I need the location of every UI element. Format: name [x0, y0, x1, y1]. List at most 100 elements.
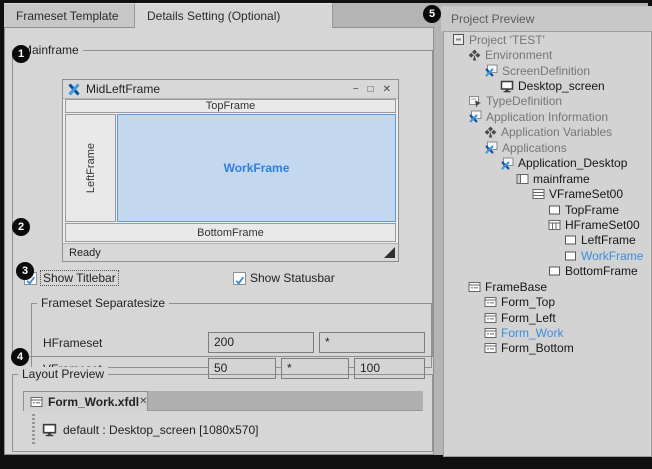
tree-item-application-desktop[interactable]: Application_Desktop: [444, 156, 651, 171]
show-statusbar-label: Show Statusbar: [250, 271, 335, 285]
frame-preview-window: MidLeftFrame − □ ✕ TopFrame LeftFrame Wo…: [62, 79, 399, 262]
show-titlebar-label: Show Titlebar: [41, 271, 118, 285]
topframe-label: TopFrame: [206, 100, 256, 112]
tree-item-form-work[interactable]: Form_Work: [444, 325, 651, 340]
tree-item-bottomframe[interactable]: BottomFrame: [444, 264, 651, 279]
monitor-icon: [42, 423, 57, 437]
tree-item-label: Project 'TEST': [469, 33, 545, 47]
tab-label: Details Setting (Optional): [147, 9, 280, 23]
preview-topframe[interactable]: TopFrame: [65, 99, 396, 113]
tab-close-icon[interactable]: ✕: [139, 396, 147, 407]
hframeset-icon: [548, 219, 561, 231]
close-icon[interactable]: ✕: [383, 84, 391, 95]
frame-icon: [548, 204, 561, 216]
tree-item-label: TypeDefinition: [486, 94, 562, 108]
project-preview-header: Project Preview: [441, 6, 652, 31]
tree-item-screendefinition[interactable]: ScreenDefinition: [444, 63, 651, 78]
form-work-tab[interactable]: Form_Work.xfdl ✕: [23, 391, 148, 411]
tree-item-label: BottomFrame: [565, 264, 638, 278]
form-work-tab-label: Form_Work.xfdl: [48, 395, 139, 409]
form-icon: [30, 396, 43, 408]
monitor-icon: [500, 80, 514, 93]
tree-item-applications[interactable]: Applications: [444, 140, 651, 155]
formbase-icon: [468, 281, 481, 293]
tree-item-form-top[interactable]: Form_Top: [444, 294, 651, 309]
tree-item-label: HFrameSet00: [565, 218, 640, 232]
tree-item-hframeset00[interactable]: HFrameSet00: [444, 217, 651, 232]
tree-item-label: Application Information: [486, 110, 608, 124]
frame-icon: [564, 250, 577, 262]
splitter-grip-icon[interactable]: [32, 414, 35, 446]
tree-item-topframe[interactable]: TopFrame: [444, 202, 651, 217]
tree-item-typedefinition[interactable]: TypeDefinition: [444, 94, 651, 109]
form-icon: [484, 296, 497, 308]
hframeset-size-input-1[interactable]: 200: [208, 332, 314, 353]
tree-item-framebase[interactable]: FrameBase: [444, 279, 651, 294]
annotation-badge-3: 3: [16, 262, 34, 280]
env-icon: [468, 49, 481, 62]
tree-item-application-variables[interactable]: Application Variables: [444, 125, 651, 140]
layout-preview-tabstrip: Form_Work.xfdl ✕: [23, 391, 423, 411]
workframe-label: WorkFrame: [224, 161, 290, 175]
details-setting-panel: Mainframe MidLeftFrame − □ ✕: [4, 27, 434, 455]
annotation-badge-5: 5: [423, 5, 441, 23]
annotation-badge-1: 1: [12, 45, 30, 63]
form-icon: [484, 342, 497, 354]
xwin-icon: [484, 64, 498, 77]
resize-grip-icon: [384, 247, 395, 258]
tree-item-application-information[interactable]: Application Information: [444, 109, 651, 124]
tree-item-label: LeftFrame: [581, 233, 636, 247]
tree-item-form-left[interactable]: Form_Left: [444, 310, 651, 325]
tree-item-workframe[interactable]: WorkFrame: [444, 248, 651, 263]
preview-statusbar: Ready: [63, 243, 398, 261]
maximize-icon[interactable]: □: [368, 84, 374, 95]
layout-preview-content: default : Desktop_screen [1080x570]: [23, 411, 423, 449]
frame-icon: [564, 234, 577, 246]
leftframe-label: LeftFrame: [85, 143, 97, 193]
preview-workframe[interactable]: WorkFrame: [117, 114, 396, 222]
tree-item-label: Form_Top: [501, 295, 555, 309]
preview-bottomframe[interactable]: BottomFrame: [65, 223, 396, 242]
tree-item-label: Application_Desktop: [518, 156, 627, 170]
tree-item-label: WorkFrame: [581, 249, 643, 263]
tree-item-mainframe[interactable]: mainframe: [444, 171, 651, 186]
tree-item-label: Form_Left: [501, 311, 556, 325]
tree-item-label: VFrameSet00: [549, 187, 623, 201]
tree-item-environment[interactable]: Environment: [444, 47, 651, 62]
tree-item-vframeset00[interactable]: VFrameSet00: [444, 186, 651, 201]
tree-item-form-bottom[interactable]: Form_Bottom: [444, 341, 651, 356]
nexacro-x-logo-icon: [67, 83, 81, 96]
xwin-icon: [468, 110, 482, 123]
project-icon: [452, 33, 465, 46]
preview-leftframe[interactable]: LeftFrame: [65, 114, 116, 222]
minimize-icon[interactable]: −: [353, 84, 359, 95]
tree-item-label: Environment: [485, 48, 552, 62]
tab-frameset-template[interactable]: Frameset Template: [4, 3, 135, 27]
form-icon: [484, 327, 497, 339]
tree-item-label: Applications: [502, 141, 567, 155]
checkbox-row: Show Titlebar Show Statusbar: [13, 271, 433, 287]
project-tree: Project 'TEST'EnvironmentScreenDefinitio…: [443, 31, 652, 457]
tree-item-desktop-screen[interactable]: Desktop_screen: [444, 78, 651, 93]
tree-item-label: mainframe: [533, 172, 590, 186]
frameset-wizard-window: Frameset Template Details Setting (Optio…: [0, 0, 652, 469]
tree-item-label: FrameBase: [485, 280, 547, 294]
hframeset-label: HFrameset: [43, 336, 102, 350]
hframeset-size-input-2[interactable]: *: [319, 332, 425, 353]
top-tabstrip: Frameset Template Details Setting (Optio…: [4, 3, 434, 27]
preview-titlebar: MidLeftFrame − □ ✕: [63, 80, 398, 99]
env-icon: [484, 126, 497, 139]
statusbar-text: Ready: [69, 247, 101, 259]
tree-item-label: Form_Work: [501, 326, 563, 340]
tree-item-label: TopFrame: [565, 203, 619, 217]
show-titlebar-checkbox[interactable]: Show Titlebar: [24, 271, 118, 285]
tree-item-label: Application Variables: [501, 125, 612, 139]
tab-details-setting[interactable]: Details Setting (Optional): [135, 3, 333, 28]
typedef-icon: [468, 95, 482, 108]
show-statusbar-checkbox[interactable]: Show Statusbar: [233, 271, 335, 285]
project-preview-title: Project Preview: [451, 12, 534, 26]
tree-item-leftframe[interactable]: LeftFrame: [444, 233, 651, 248]
tree-item-project-test[interactable]: Project 'TEST': [444, 32, 651, 47]
xwin-icon: [484, 141, 498, 154]
mainframe-group: Mainframe MidLeftFrame − □ ✕: [12, 50, 433, 357]
